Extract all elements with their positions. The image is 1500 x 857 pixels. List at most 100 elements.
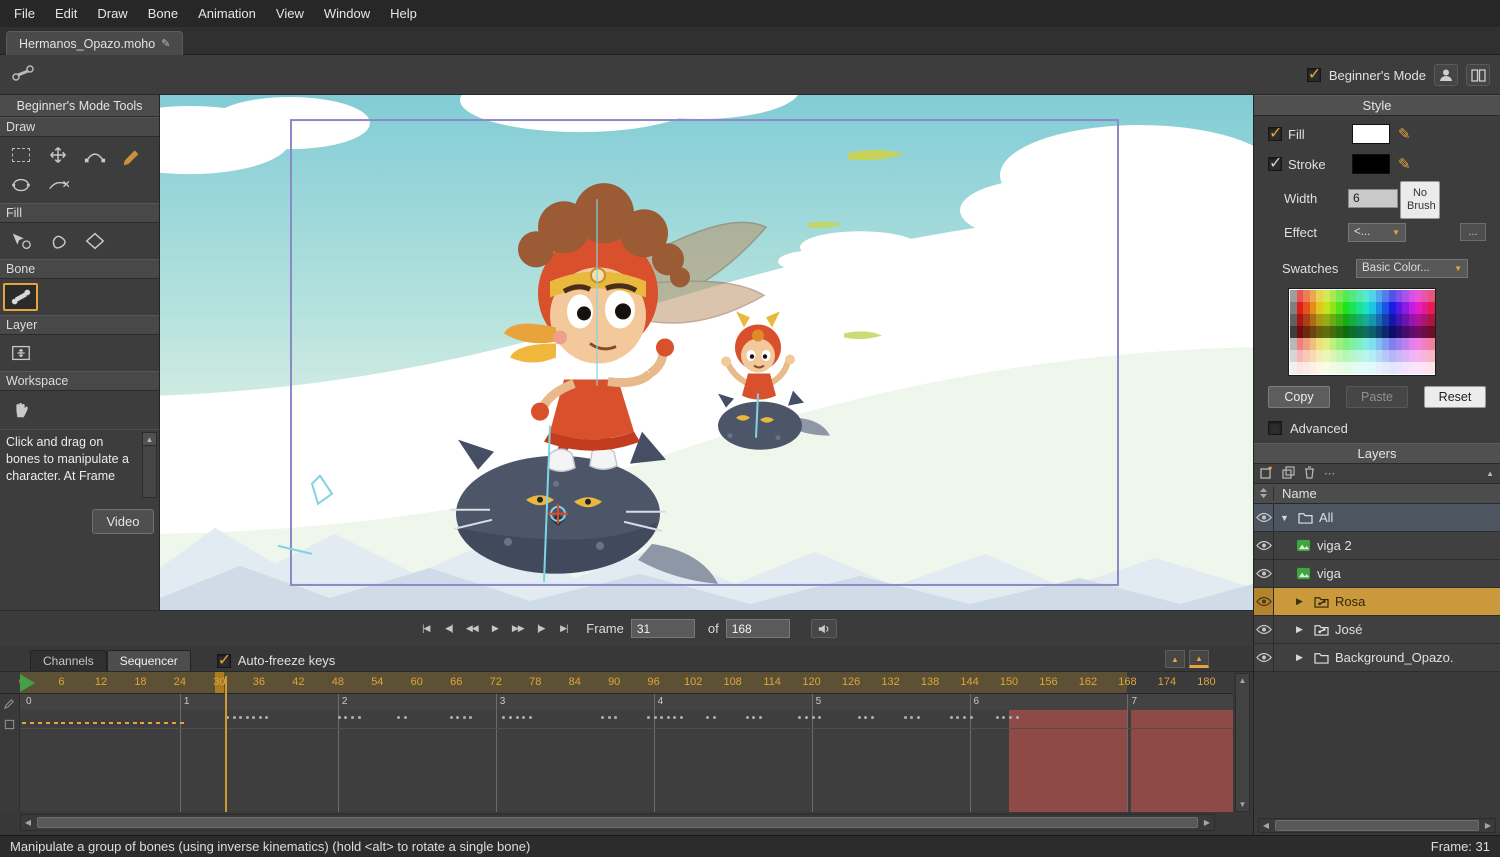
color-swatch[interactable]: [1409, 314, 1416, 326]
menu-window[interactable]: Window: [314, 6, 380, 21]
color-swatch[interactable]: [1363, 326, 1370, 338]
color-swatch[interactable]: [1389, 290, 1396, 302]
scroll-right-icon[interactable]: ▶: [1200, 818, 1214, 827]
color-swatch[interactable]: [1297, 350, 1304, 362]
color-swatch[interactable]: [1323, 302, 1330, 314]
color-swatch[interactable]: [1343, 326, 1350, 338]
color-swatch[interactable]: [1402, 290, 1409, 302]
color-swatch[interactable]: [1369, 350, 1376, 362]
keyframe-dot[interactable]: [706, 716, 709, 719]
tab-channels[interactable]: Channels: [30, 650, 107, 671]
stroke-checkbox[interactable]: ✓: [1268, 157, 1282, 171]
select-points-tool[interactable]: [3, 141, 38, 169]
color-swatch[interactable]: [1382, 326, 1389, 338]
effect-dropdown[interactable]: <... ▼: [1348, 223, 1406, 242]
step-back-button[interactable]: ◀◀: [462, 620, 481, 637]
timeline-marker-block[interactable]: [1131, 710, 1232, 812]
swatches-dropdown[interactable]: Basic Color... ▼: [1356, 259, 1468, 278]
selected-keyframe-dash[interactable]: [46, 722, 50, 724]
pan-hand-tool[interactable]: [3, 395, 38, 423]
color-swatch[interactable]: [1396, 314, 1403, 326]
transform-layer-tool[interactable]: [3, 339, 38, 367]
color-swatch[interactable]: [1343, 338, 1350, 350]
keyframe-dot[interactable]: [917, 716, 920, 719]
color-swatch[interactable]: [1415, 362, 1422, 374]
expand-icon[interactable]: ▶: [1296, 652, 1308, 663]
swatch-palette[interactable]: [1288, 288, 1436, 376]
color-swatch[interactable]: [1336, 338, 1343, 350]
layer-visibility-toggle[interactable]: [1254, 532, 1274, 559]
color-swatch[interactable]: [1356, 302, 1363, 314]
scroll-right-icon[interactable]: ▶: [1481, 821, 1495, 830]
scroll-up-icon[interactable]: ▲: [143, 433, 156, 446]
color-swatch[interactable]: [1415, 350, 1422, 362]
color-swatch[interactable]: [1297, 290, 1304, 302]
bone-mode-toolbar-icon[interactable]: [12, 65, 34, 84]
color-swatch[interactable]: [1303, 326, 1310, 338]
color-swatch[interactable]: [1422, 314, 1429, 326]
color-swatch[interactable]: [1336, 290, 1343, 302]
color-swatch[interactable]: [1402, 314, 1409, 326]
menu-view[interactable]: View: [266, 6, 314, 21]
selected-keyframe-dash[interactable]: [140, 722, 144, 724]
color-swatch[interactable]: [1303, 302, 1310, 314]
selected-keyframe-dash[interactable]: [164, 722, 168, 724]
menu-draw[interactable]: Draw: [87, 6, 137, 21]
beginners-mode-checkbox[interactable]: ✓: [1307, 68, 1321, 82]
color-swatch[interactable]: [1316, 314, 1323, 326]
edit-track-icon[interactable]: [4, 698, 15, 709]
menu-edit[interactable]: Edit: [45, 6, 87, 21]
color-swatch[interactable]: [1323, 326, 1330, 338]
color-swatch[interactable]: [1297, 314, 1304, 326]
keyframe-dot[interactable]: [529, 716, 532, 719]
keyframe-dot[interactable]: [858, 716, 861, 719]
color-swatch[interactable]: [1376, 290, 1383, 302]
create-shape-tool[interactable]: [77, 227, 112, 255]
layer-row-rosa[interactable]: ▶Rosa: [1254, 588, 1500, 616]
color-swatch[interactable]: [1290, 338, 1297, 350]
add-point-tool[interactable]: [40, 171, 75, 199]
keyframe-dot[interactable]: [601, 716, 604, 719]
keyframe-dot[interactable]: [673, 716, 676, 719]
tab-sequencer[interactable]: Sequencer: [107, 650, 191, 671]
layer-row-viga-2[interactable]: viga 2: [1254, 532, 1500, 560]
color-swatch[interactable]: [1415, 314, 1422, 326]
layer-row-viga[interactable]: viga: [1254, 560, 1500, 588]
keyframe-dot[interactable]: [259, 716, 262, 719]
color-swatch[interactable]: [1389, 350, 1396, 362]
color-swatch[interactable]: [1336, 326, 1343, 338]
color-swatch[interactable]: [1369, 314, 1376, 326]
timeline-zoom-in-button[interactable]: ▲: [1165, 650, 1185, 668]
manipulate-bones-tool[interactable]: [3, 283, 38, 311]
color-swatch[interactable]: [1422, 302, 1429, 314]
color-swatch[interactable]: [1396, 338, 1403, 350]
color-swatch[interactable]: [1396, 326, 1403, 338]
selected-keyframe-dash[interactable]: [109, 722, 113, 724]
rename-tab-icon[interactable]: ✎: [161, 37, 170, 50]
color-swatch[interactable]: [1303, 314, 1310, 326]
color-swatch[interactable]: [1382, 302, 1389, 314]
color-swatch[interactable]: [1356, 326, 1363, 338]
mute-button[interactable]: [811, 619, 837, 638]
color-swatch[interactable]: [1402, 350, 1409, 362]
transform-points-tool[interactable]: [40, 141, 75, 169]
color-swatch[interactable]: [1290, 326, 1297, 338]
color-swatch[interactable]: [1369, 326, 1376, 338]
color-swatch[interactable]: [1415, 326, 1422, 338]
color-swatch[interactable]: [1396, 362, 1403, 374]
keyframe-dot[interactable]: [805, 716, 808, 719]
keyframe-dot[interactable]: [680, 716, 683, 719]
color-swatch[interactable]: [1316, 302, 1323, 314]
color-swatch[interactable]: [1382, 338, 1389, 350]
user-account-icon[interactable]: [1434, 64, 1458, 86]
color-swatch[interactable]: [1330, 326, 1337, 338]
color-swatch[interactable]: [1428, 302, 1435, 314]
keyframe-dot[interactable]: [1016, 716, 1019, 719]
keyframe-dot[interactable]: [614, 716, 617, 719]
color-swatch[interactable]: [1382, 350, 1389, 362]
color-swatch[interactable]: [1336, 302, 1343, 314]
keyframe-dot[interactable]: [397, 716, 400, 719]
color-swatch[interactable]: [1363, 302, 1370, 314]
duplicate-layer-button[interactable]: [1282, 466, 1295, 482]
paint-bucket-tool[interactable]: [40, 227, 75, 255]
